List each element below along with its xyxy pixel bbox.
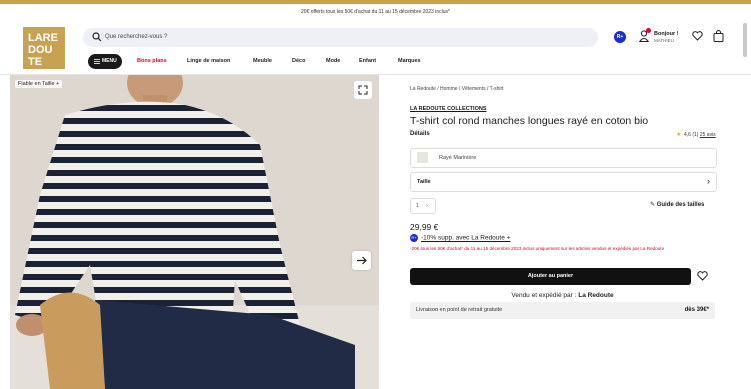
color-name: Rayé Marinière [439, 155, 477, 161]
chevron-right-icon: › [707, 176, 710, 186]
chevron-right-icon: › [426, 203, 428, 209]
site-header: LARE DOU TE Que recherchez-vous ? R+ Bon… [0, 21, 751, 74]
expand-icon [358, 85, 368, 95]
add-to-cart-button[interactable]: Ajouter au panier [410, 268, 691, 285]
breadcrumb[interactable]: La Redoute / Homme / Vêtements / T-shirt [410, 86, 504, 92]
size-label: Taille [417, 179, 431, 185]
svg-text:TE: TE [28, 56, 42, 68]
delivery-threshold: dès 39€* [684, 307, 709, 313]
delivery-label: Livraison en point de retrait gratuite [416, 307, 503, 313]
account-greeting[interactable]: Bonjour ! [654, 31, 678, 38]
page-scrollbar[interactable] [743, 23, 747, 57]
brand-link[interactable]: LA REDOUTE COLLECTIONS [410, 106, 487, 112]
color-selector[interactable]: Rayé Marinière [410, 148, 717, 168]
rating-value: 4,6 (1) [684, 132, 699, 138]
wishlist-heart-icon[interactable] [692, 31, 703, 41]
nav-marques[interactable]: Marques [398, 54, 421, 69]
reviews-link[interactable]: 25 avis [700, 132, 716, 138]
nav-enfant[interactable]: Enfant [359, 54, 376, 69]
size-guide-link[interactable]: ✎ Guide des tailles [650, 201, 704, 208]
fit-label-badge: Fiable en Taille + [15, 80, 63, 88]
nav-bons-plans[interactable]: Bons plans [137, 54, 167, 69]
menu-button[interactable]: MENU [88, 54, 122, 69]
expand-image-button[interactable] [354, 81, 372, 99]
account-name[interactable]: MATHIEU [654, 38, 674, 44]
product-title: T-shirt col rond manches longues rayé en… [410, 115, 649, 127]
nav-mode[interactable]: Mode [326, 54, 340, 69]
svg-text:LARE: LARE [28, 32, 58, 44]
next-image-button[interactable] [352, 251, 371, 270]
cart-bag-icon[interactable] [713, 30, 724, 42]
promo-banner[interactable]: 20€ offerts tous les 50€ d'achat du 11 a… [0, 4, 751, 21]
search-icon [92, 32, 102, 42]
size-selector[interactable]: Taille › [410, 172, 717, 192]
la-redoute-logo[interactable]: LARE DOU TE [23, 27, 65, 69]
quantity-selector[interactable]: 1 › [410, 198, 436, 214]
promo-conditions: -20€ tous les 50€ d'achat* du 11 au 15 d… [410, 246, 665, 251]
product-price: 29,99 € [410, 222, 439, 232]
arrow-right-icon [357, 256, 367, 265]
color-thumbnail [417, 152, 428, 163]
sold-by: Vendu et expédié par : La Redoute [410, 292, 715, 299]
sold-by-prefix: Vendu et expédié par : [511, 292, 577, 299]
notification-dot [646, 28, 651, 33]
ruler-icon: ✎ [650, 202, 656, 208]
size-guide-label: Guide des tailles [656, 202, 705, 208]
search-bar[interactable]: Que recherchez-vous ? [83, 28, 598, 47]
redoute-plus-offer-label: -10% supp. avec La Redoute + [421, 234, 511, 242]
seller-name: La Redoute [578, 292, 614, 299]
redoute-plus-icon: R+ [410, 234, 418, 242]
details-link[interactable]: Détails [410, 131, 430, 137]
product-photo[interactable] [10, 75, 379, 389]
star-icon: ★ [676, 132, 682, 138]
nav-linge-de-maison[interactable]: Linge de maison [187, 54, 230, 69]
menu-label: MENU [102, 58, 117, 64]
redoute-plus-offer[interactable]: R+ -10% supp. avec La Redoute + [410, 234, 510, 242]
nav-deco[interactable]: Déco [292, 54, 305, 69]
svg-text:DOU: DOU [28, 44, 53, 56]
redoute-plus-badge[interactable]: R+ [614, 31, 626, 43]
search-input[interactable]: Que recherchez-vous ? [105, 28, 167, 47]
quantity-value: 1 [416, 203, 420, 209]
delivery-info[interactable]: Livraison en point de retrait gratuite d… [410, 302, 715, 319]
hamburger-icon [94, 59, 100, 64]
add-to-wishlist-heart-icon[interactable] [697, 271, 708, 281]
rating[interactable]: 4,6 (1) 25 avis [684, 132, 716, 138]
nav-meuble[interactable]: Meuble [253, 54, 272, 69]
